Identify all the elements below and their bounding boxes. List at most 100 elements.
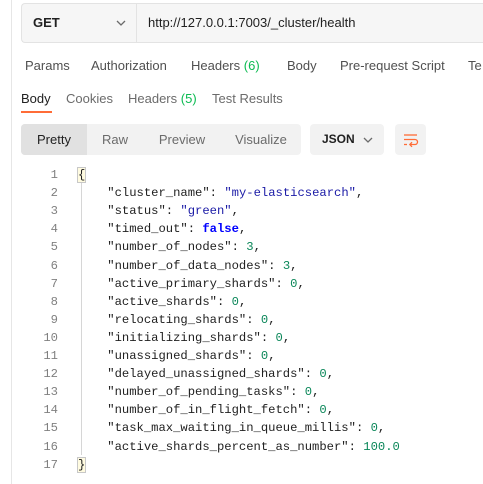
code-text: "delayed_unassigned_shards": 0, <box>107 367 335 382</box>
json-key: "active_primary_shards" <box>107 276 276 291</box>
json-value: 0 <box>319 403 327 418</box>
json-key: "initializing_shards" <box>107 330 261 345</box>
json-value: 0 <box>304 385 313 400</box>
json-key: "number_of_in_flight_fetch" <box>107 403 305 418</box>
code-text: "status": "green", <box>107 204 239 219</box>
json-value: 0 <box>370 421 378 436</box>
code-line: 5 "number_of_nodes": 3, <box>0 238 483 256</box>
line-number: 7 <box>50 276 58 291</box>
tab-headers-label: Headers <box>191 58 241 73</box>
request-bar: GET http://127.0.0.1:7003/_cluster/healt… <box>21 3 483 43</box>
json-key: "active_shards" <box>107 294 217 309</box>
json-value: 3 <box>246 240 254 255</box>
code-text: "timed_out": false, <box>107 222 247 237</box>
tab-pre-request-script[interactable]: Pre-request Script <box>340 58 445 73</box>
response-tab-body[interactable]: Body <box>21 91 51 106</box>
code-text: "cluster_name": "my-elasticsearch", <box>107 186 364 201</box>
format-toggle-group: Pretty Raw Preview Visualize <box>21 124 301 155</box>
line-number: 5 <box>50 240 58 255</box>
json-value: "my-elasticsearch" <box>224 186 356 201</box>
response-tab-headers-label: Headers <box>128 91 178 106</box>
code-text: } <box>76 456 87 474</box>
json-key: "status" <box>107 204 166 219</box>
code-text: { <box>76 166 87 184</box>
json-value: 0 <box>290 276 298 291</box>
line-number: 8 <box>50 294 58 309</box>
code-line: 12 "delayed_unassigned_shards": 0, <box>0 365 483 383</box>
request-tabs: Params Authorization Headers (6) Body Pr… <box>0 58 483 78</box>
code-text: "number_of_in_flight_fetch": 0, <box>107 403 335 418</box>
json-value: 0 <box>319 367 327 382</box>
code-line: 17} <box>0 456 483 474</box>
wrap-lines-icon <box>404 134 419 148</box>
line-number: 9 <box>50 312 58 327</box>
response-tab-cookies[interactable]: Cookies <box>66 91 113 106</box>
code-text: "active_shards": 0, <box>107 294 247 309</box>
json-value: 0 <box>275 330 283 345</box>
tab-headers[interactable]: Headers (6) <box>191 58 260 73</box>
line-number: 14 <box>43 403 58 418</box>
json-value: 100.0 <box>363 439 400 454</box>
language-select[interactable]: JSON <box>310 124 384 155</box>
json-key: "delayed_unassigned_shards" <box>107 367 305 382</box>
code-line: 13 "number_of_pending_tasks": 0, <box>0 383 483 401</box>
response-tab-headers[interactable]: Headers (5) <box>128 91 197 106</box>
code-line: 9 "relocating_shards": 0, <box>0 311 483 329</box>
json-key: "number_of_nodes" <box>107 240 232 255</box>
chevron-down-icon <box>363 137 373 143</box>
close-brace: } <box>76 456 87 473</box>
code-line: 16 "active_shards_percent_as_number": 10… <box>0 438 483 456</box>
line-number: 6 <box>50 258 58 273</box>
code-text: "number_of_data_nodes": 3, <box>107 258 298 273</box>
line-number: 10 <box>43 330 58 345</box>
line-number: 17 <box>43 457 58 472</box>
code-line: 6 "number_of_data_nodes": 3, <box>0 257 483 275</box>
url-input[interactable]: http://127.0.0.1:7003/_cluster/health <box>148 15 355 30</box>
visualize-button[interactable]: Visualize <box>221 124 301 155</box>
json-key: "unassigned_shards" <box>107 349 247 363</box>
line-number: 3 <box>50 204 58 219</box>
code-text: "task_max_waiting_in_queue_millis": 0, <box>107 421 386 436</box>
tab-authorization[interactable]: Authorization <box>91 58 167 73</box>
code-text: "initializing_shards": 0, <box>107 330 291 345</box>
code-text: "number_of_nodes": 3, <box>107 240 261 255</box>
line-number: 13 <box>43 385 58 400</box>
line-number: 2 <box>50 186 58 201</box>
code-line: 11 "unassigned_shards": 0, <box>0 347 483 365</box>
json-key: "number_of_pending_tasks" <box>107 385 291 400</box>
tab-tests[interactable]: Te <box>468 58 482 73</box>
line-number: 12 <box>43 367 58 382</box>
json-key: "relocating_shards" <box>107 312 247 327</box>
code-text: "active_primary_shards": 0, <box>107 276 305 291</box>
json-value: 3 <box>282 258 291 273</box>
code-text: "number_of_pending_tasks": 0, <box>107 385 320 400</box>
json-key: "timed_out" <box>107 222 188 237</box>
json-key: "active_shards_percent_as_number" <box>107 439 349 454</box>
code-line: 1{ <box>0 166 483 184</box>
json-value: "green" <box>180 204 232 219</box>
active-tab-indicator <box>21 111 52 113</box>
code-text: "active_shards_percent_as_number": 100.0 <box>107 439 400 454</box>
code-line: 8 "active_shards": 0, <box>0 293 483 311</box>
method-select[interactable]: GET <box>22 4 137 42</box>
code-line: 4 "timed_out": false, <box>0 220 483 238</box>
code-text: "unassigned_shards": 0, <box>107 349 276 363</box>
code-line: 3 "status": "green", <box>0 202 483 220</box>
code-line: 14 "number_of_in_flight_fetch": 0, <box>0 401 483 419</box>
json-value: 0 <box>260 312 269 327</box>
method-label: GET <box>33 15 60 30</box>
json-key: "number_of_data_nodes" <box>107 258 269 273</box>
tab-body[interactable]: Body <box>287 58 317 73</box>
open-brace: { <box>76 167 87 183</box>
tab-params[interactable]: Params <box>25 58 70 73</box>
response-tabs: Body Cookies Headers (5) Test Results <box>0 91 483 111</box>
json-key: "cluster_name" <box>107 186 210 201</box>
pretty-button[interactable]: Pretty <box>21 124 87 155</box>
wrap-lines-button[interactable] <box>395 124 426 155</box>
code-line: 15 "task_max_waiting_in_queue_millis": 0… <box>0 419 483 437</box>
preview-button[interactable]: Preview <box>143 124 221 155</box>
raw-button[interactable]: Raw <box>87 124 143 155</box>
chevron-down-icon <box>116 20 126 26</box>
code-line: 10 "initializing_shards": 0, <box>0 329 483 347</box>
response-tab-test-results[interactable]: Test Results <box>212 91 283 106</box>
